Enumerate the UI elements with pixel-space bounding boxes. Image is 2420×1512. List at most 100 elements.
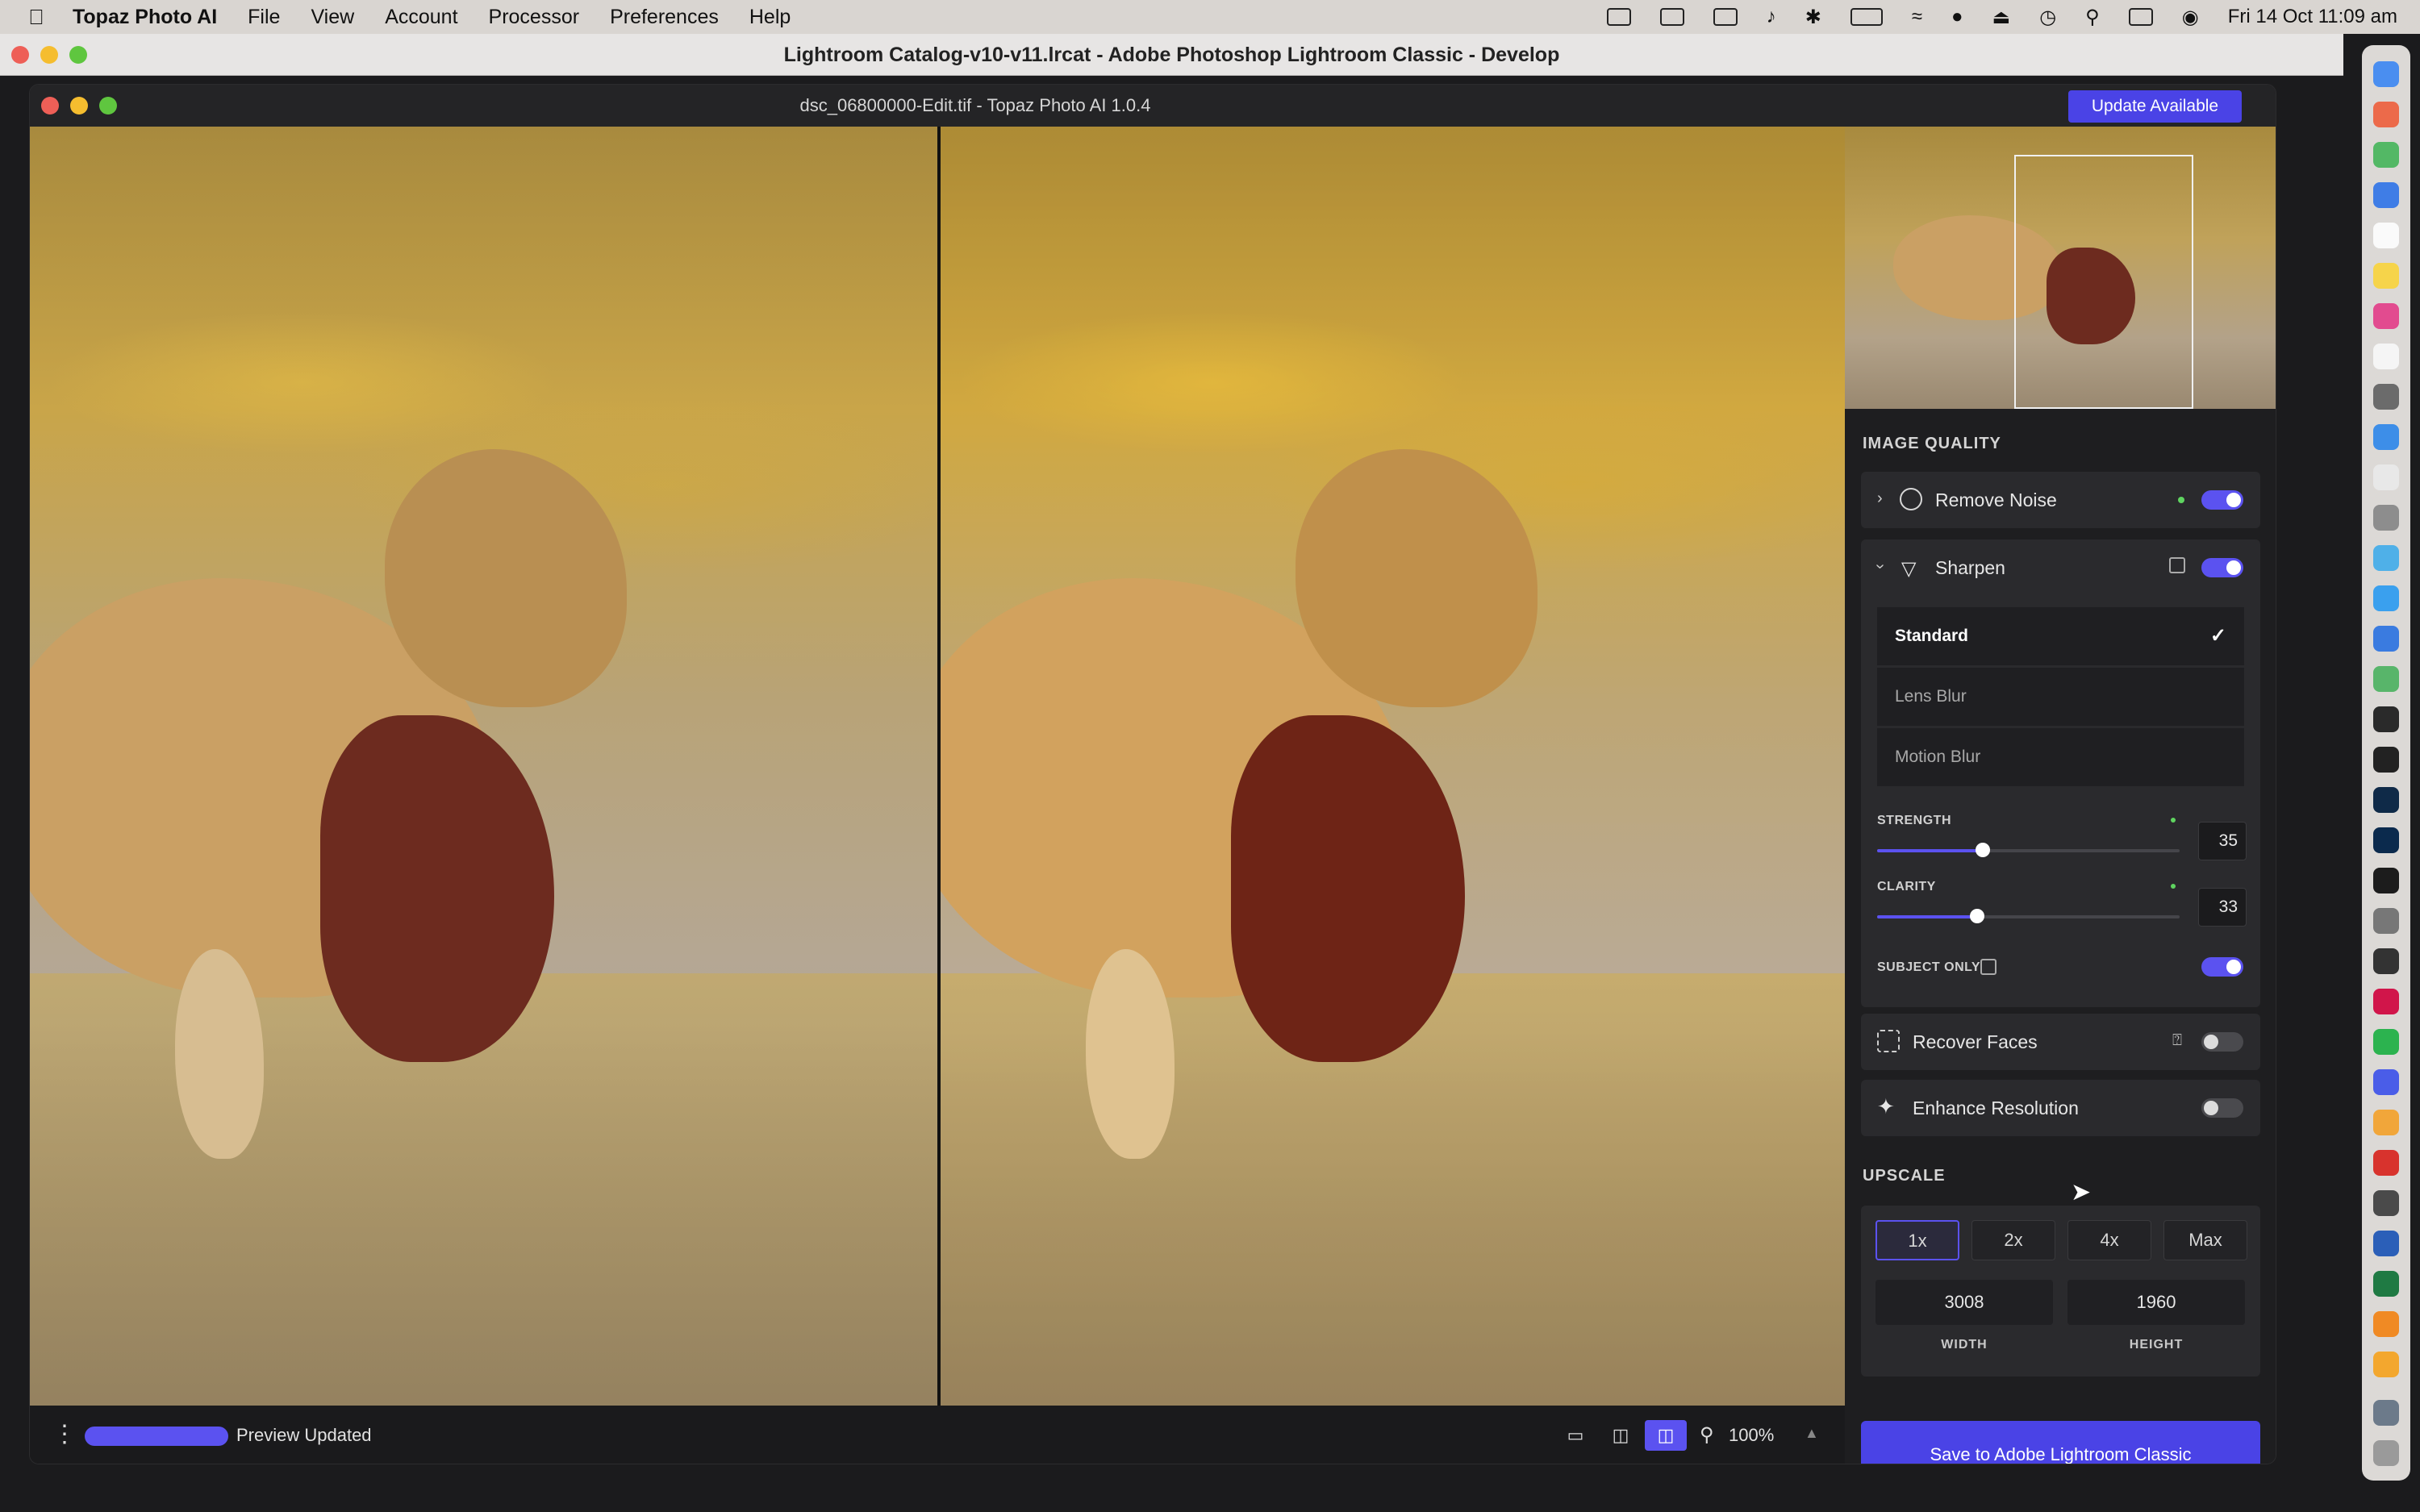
app-icon-6[interactable] xyxy=(2373,908,2399,934)
control-center-icon[interactable] xyxy=(2128,8,2153,26)
mode-label: Standard xyxy=(1895,627,1969,645)
split-view-button[interactable]: ◫ xyxy=(1600,1420,1642,1451)
textedit-icon[interactable] xyxy=(2373,464,2399,490)
lightroom-title-bar: Lightroom Catalog-v10-v11.lrcat - Adobe … xyxy=(0,34,2343,76)
clock-icon[interactable]: ◷ xyxy=(2039,6,2056,29)
preview-icon[interactable] xyxy=(2373,505,2399,531)
photos-icon[interactable] xyxy=(2373,303,2399,329)
zoom-icon[interactable]: ⚲ xyxy=(1700,1423,1714,1447)
checkmark-icon: ✓ xyxy=(2209,625,2226,647)
reminders-icon[interactable] xyxy=(2373,344,2399,369)
siri-icon[interactable]: ◉ xyxy=(2182,6,2199,29)
volume-icon[interactable]: ♪ xyxy=(1767,6,1776,28)
enhance-resolution-toggle[interactable] xyxy=(2201,1098,2243,1118)
strength-handle[interactable] xyxy=(1976,843,1991,857)
recover-faces-toggle[interactable] xyxy=(2201,1032,2243,1052)
menu-account[interactable]: Account xyxy=(385,6,457,29)
photoshop-icon[interactable] xyxy=(2373,827,2399,853)
strength-value[interactable]: 35 xyxy=(2198,822,2247,860)
app-icon-5[interactable] xyxy=(2373,706,2399,732)
upscale-2x-button[interactable]: 2x xyxy=(1971,1220,2055,1260)
notes-icon[interactable] xyxy=(2373,263,2399,289)
indesign-icon[interactable] xyxy=(2373,989,2399,1014)
clarity-value[interactable]: 33 xyxy=(2198,888,2247,927)
word-icon[interactable] xyxy=(2373,1231,2399,1256)
remove-noise-toggle[interactable] xyxy=(2201,490,2243,510)
upscale-1x-button[interactable]: 1x xyxy=(1876,1220,1959,1260)
user-icon[interactable]: ● xyxy=(1951,6,1963,28)
sharpen-mode-lens-blur[interactable]: Lens Blur xyxy=(1877,668,2244,726)
mail-icon[interactable] xyxy=(2373,626,2399,652)
remove-noise-row[interactable]: › Remove Noise xyxy=(1861,472,2260,528)
finder-icon[interactable] xyxy=(2373,61,2399,87)
lightroom-icon[interactable] xyxy=(2373,787,2399,813)
enhance-resolution-row[interactable]: ✦ Enhance Resolution xyxy=(1861,1080,2260,1136)
acrobat-icon[interactable] xyxy=(2373,1150,2399,1176)
app-icon[interactable] xyxy=(2373,102,2399,127)
eject-icon[interactable]: ⏏ xyxy=(1992,6,2011,29)
clarity-slider[interactable] xyxy=(1877,909,2180,923)
subject-detect-icon[interactable] xyxy=(2169,557,2185,573)
calendar-icon[interactable] xyxy=(2373,223,2399,248)
processed-preview[interactable] xyxy=(941,127,1845,1406)
menu-file[interactable]: File xyxy=(248,6,280,29)
upscale-max-button[interactable]: Max xyxy=(2163,1220,2247,1260)
trash-icon[interactable] xyxy=(2373,1440,2399,1466)
bridge-icon[interactable] xyxy=(2373,868,2399,893)
menubar-datetime[interactable]: Fri 14 Oct 11:09 am xyxy=(2228,6,2397,28)
app-icon-9[interactable] xyxy=(2373,1069,2399,1095)
camera-icon[interactable] xyxy=(2373,747,2399,773)
zoom-up-icon[interactable]: ▲ xyxy=(1805,1425,1819,1442)
wifi-icon[interactable]: ≈ xyxy=(1912,6,1922,28)
menu-help[interactable]: Help xyxy=(749,6,791,29)
single-view-button[interactable]: ▭ xyxy=(1554,1420,1596,1451)
apple-icon[interactable]:  xyxy=(0,5,73,30)
clarity-handle[interactable] xyxy=(1969,909,1984,923)
search-icon[interactable]: ⚲ xyxy=(2085,6,2100,29)
chevron-down-icon[interactable]: › xyxy=(1871,564,1889,569)
app-icon-2[interactable] xyxy=(2373,384,2399,410)
height-field[interactable]: 1960 xyxy=(2067,1280,2245,1325)
navigator-thumbnail[interactable] xyxy=(1845,127,2276,409)
screen-record-icon[interactable] xyxy=(1606,8,1631,26)
topaz-title-bar: dsc_06800000-Edit.tif - Topaz Photo AI 1… xyxy=(30,85,2276,127)
save-to-lightroom-button[interactable]: Save to Adobe Lightroom Classic xyxy=(1861,1421,2260,1464)
menu-view[interactable]: View xyxy=(311,6,354,29)
sharpen-mode-standard[interactable]: Standard ✓ xyxy=(1877,607,2244,665)
subject-only-toggle[interactable] xyxy=(2201,957,2243,977)
side-by-side-view-button[interactable]: ◫ xyxy=(1645,1420,1687,1451)
menu-preferences[interactable]: Preferences xyxy=(610,6,719,29)
books-icon[interactable] xyxy=(2373,1352,2399,1377)
recover-faces-row[interactable]: Recover Faces ⍰ xyxy=(1861,1014,2260,1070)
more-options-icon[interactable]: ⋮ xyxy=(52,1420,77,1448)
app-icon-8[interactable] xyxy=(2373,1029,2399,1055)
app-icon-10[interactable] xyxy=(2373,1110,2399,1135)
app-icon-3[interactable] xyxy=(2373,545,2399,571)
menu-app-name[interactable]: Topaz Photo AI xyxy=(73,6,217,29)
menu-processor[interactable]: Processor xyxy=(489,6,580,29)
app-icon-11[interactable] xyxy=(2373,1190,2399,1216)
downloads-icon[interactable] xyxy=(2373,1400,2399,1426)
battery-icon[interactable] xyxy=(1850,8,1883,26)
app-icon-7[interactable] xyxy=(2373,948,2399,974)
original-preview[interactable] xyxy=(30,127,937,1406)
facetime-icon[interactable] xyxy=(2373,142,2399,168)
bluetooth-icon[interactable]: ✱ xyxy=(1805,6,1821,29)
upscale-4x-button[interactable]: 4x xyxy=(2067,1220,2151,1260)
update-available-button[interactable]: Update Available xyxy=(2068,90,2242,123)
zoom-level[interactable]: 100% xyxy=(1729,1425,1774,1446)
navigator-viewport-frame[interactable] xyxy=(2014,155,2193,409)
strength-slider[interactable] xyxy=(1877,843,2180,857)
app-icon-4[interactable] xyxy=(2373,666,2399,692)
display-icon[interactable] xyxy=(1713,8,1738,26)
width-field[interactable]: 3008 xyxy=(1876,1280,2053,1325)
window-icon[interactable] xyxy=(1659,8,1684,26)
sharpen-toggle[interactable] xyxy=(2201,558,2243,577)
app-icon-12[interactable] xyxy=(2373,1311,2399,1337)
excel-icon[interactable] xyxy=(2373,1271,2399,1297)
chevron-right-icon[interactable]: › xyxy=(1877,489,1883,508)
sharpen-mode-motion-blur[interactable]: Motion Blur xyxy=(1877,728,2244,786)
zoom-app-icon[interactable] xyxy=(2373,182,2399,208)
safari-icon[interactable] xyxy=(2373,585,2399,611)
appstore-icon[interactable] xyxy=(2373,424,2399,450)
